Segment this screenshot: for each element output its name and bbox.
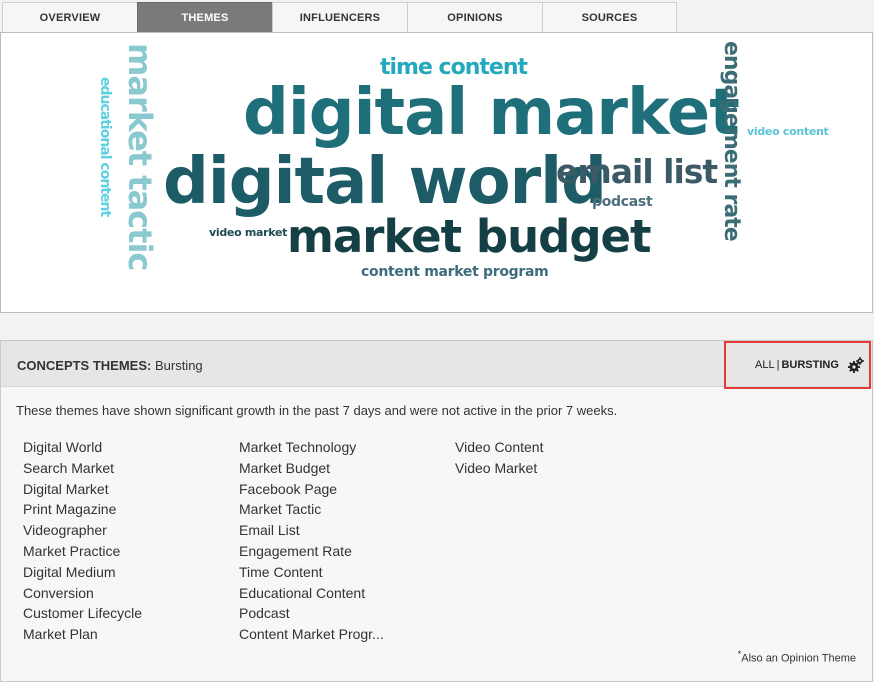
filter-toggle: ALL | BURSTING <box>755 359 839 371</box>
theme-item[interactable]: Videographer <box>23 520 142 541</box>
filter-all-link[interactable]: ALL <box>755 359 775 371</box>
cloud-word-video-market[interactable]: video market <box>209 227 287 238</box>
theme-item[interactable]: Search Market <box>23 458 142 479</box>
theme-item[interactable]: Market Practice <box>23 541 142 562</box>
theme-item[interactable]: Engagement Rate <box>239 541 384 562</box>
theme-item[interactable]: Time Content <box>239 562 384 583</box>
cloud-word-video-content[interactable]: video content <box>747 126 829 137</box>
theme-item[interactable]: Conversion <box>23 583 142 604</box>
cloud-word-digital-market[interactable]: digital market <box>243 81 740 145</box>
tab-opinions[interactable]: OPINIONS <box>407 2 542 33</box>
tab-sources[interactable]: SOURCES <box>542 2 677 33</box>
panel-title-label: CONCEPTS THEMES: <box>17 358 152 373</box>
theme-item[interactable]: Video Content <box>455 437 543 458</box>
filter-bursting-link[interactable]: BURSTING <box>781 359 838 371</box>
theme-item[interactable]: Market Technology <box>239 437 384 458</box>
panel-title-value: Bursting <box>154 358 203 373</box>
theme-item[interactable]: Digital Medium <box>23 562 142 583</box>
filter-separator: | <box>776 359 780 371</box>
panel-header: CONCEPTS THEMES: Bursting ALL | BURSTING <box>1 341 872 389</box>
theme-item[interactable]: Podcast <box>239 603 384 624</box>
panel-description: These themes have shown significant grow… <box>16 403 618 418</box>
themes-column-2: Market Technology Market Budget Facebook… <box>239 437 384 645</box>
theme-item[interactable]: Digital Market <box>23 479 142 500</box>
cloud-word-market-budget[interactable]: market budget <box>287 214 652 259</box>
tab-bar: OVERVIEW THEMES INFLUENCERS OPINIONS SOU… <box>2 2 677 33</box>
cloud-word-content-market-program[interactable]: content market program <box>361 265 549 279</box>
word-cloud: digital market digital world market budg… <box>0 32 873 313</box>
cloud-word-time-content[interactable]: time content <box>380 57 528 79</box>
gear-icon[interactable] <box>848 357 864 373</box>
theme-item[interactable]: Facebook Page <box>239 479 384 500</box>
footnote: *Also an Opinion Theme <box>738 649 856 665</box>
concepts-themes-panel: CONCEPTS THEMES: Bursting ALL|BURSTING <box>0 340 873 682</box>
cloud-word-educational-content[interactable]: educational content <box>97 77 113 216</box>
themes-column-1: Digital World Search Market Digital Mark… <box>23 437 142 645</box>
theme-item[interactable]: Market Plan <box>23 624 142 645</box>
themes-column-3: Video Content Video Market <box>455 437 543 479</box>
cloud-word-market-tactic[interactable]: market tactic <box>121 43 159 270</box>
filter-box: ALL | BURSTING <box>724 341 871 389</box>
tab-influencers[interactable]: INFLUENCERS <box>272 2 407 33</box>
theme-item[interactable]: Customer Lifecycle <box>23 603 142 624</box>
cloud-word-podcast[interactable]: podcast <box>592 195 653 209</box>
theme-item[interactable]: Email List <box>239 520 384 541</box>
theme-item[interactable]: Educational Content <box>239 583 384 604</box>
panel-title: CONCEPTS THEMES: Bursting <box>17 358 203 373</box>
cloud-word-digital-world[interactable]: digital world <box>163 150 607 214</box>
theme-item[interactable]: Market Tactic <box>239 499 384 520</box>
cloud-word-email-list[interactable]: email list <box>556 155 718 188</box>
theme-item[interactable]: Market Budget <box>239 458 384 479</box>
tab-themes[interactable]: THEMES <box>137 2 272 33</box>
theme-item[interactable]: Video Market <box>455 458 543 479</box>
tab-overview[interactable]: OVERVIEW <box>2 2 137 33</box>
theme-item[interactable]: Digital World <box>23 437 142 458</box>
cloud-word-engagement-rate[interactable]: engagement rate <box>719 41 744 241</box>
theme-item[interactable]: Content Market Progr... <box>239 624 384 645</box>
footnote-text: Also an Opinion Theme <box>741 652 856 665</box>
theme-item[interactable]: Print Magazine <box>23 499 142 520</box>
